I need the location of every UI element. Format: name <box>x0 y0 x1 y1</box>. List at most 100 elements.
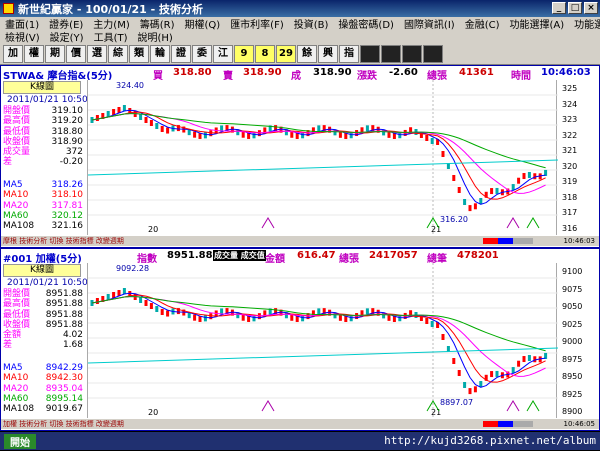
ohlc-info: 開盤價 319.10 最高價 319.20 最低價 318.80 收盤價 318.90 成交量 3… <box>3 106 83 168</box>
toolbar-button[interactable]: 綜 <box>108 44 128 63</box>
toolbar-button[interactable]: 江 <box>213 44 233 63</box>
info-label: 金額 <box>3 330 22 341</box>
price-axis: 325 324 323 322 321 320 319 318 317 316 <box>559 80 597 235</box>
y-tick-label: 318 <box>562 192 578 202</box>
signal-marker <box>526 400 540 412</box>
toolbar-button[interactable]: 指 <box>339 44 359 63</box>
candle <box>387 131 391 138</box>
y-tick-label: 316 <box>562 224 578 233</box>
info-label: 開盤價 <box>3 289 31 299</box>
candle <box>527 354 531 361</box>
menu-item[interactable]: 功能選擇(S) <box>569 16 600 31</box>
info-row: MA60 320.12 <box>3 211 83 221</box>
progress-indicator <box>483 238 533 244</box>
candle <box>441 334 445 340</box>
ma108-line <box>87 159 559 176</box>
toolbar-button[interactable]: 29 <box>276 44 296 63</box>
ohlc-info: 開盤價 8951.88 最高價 8951.88 最低價 8951.88 收盤價 8951.88… <box>3 289 83 351</box>
candle <box>166 310 170 317</box>
y-tick-label: 9050 <box>562 302 583 311</box>
menu-item[interactable]: 功能選擇(A) <box>505 16 570 31</box>
menu-item[interactable]: 投資(B) <box>289 16 334 31</box>
start-button[interactable]: 開始 <box>4 434 36 449</box>
info-value: 372 <box>65 147 83 158</box>
index-quote-header: #001 加權(5分) 指數 8951.88 成交量 成交值 金額 616.47… <box>1 249 599 265</box>
candle <box>365 125 369 132</box>
maximize-button[interactable]: □ <box>568 2 582 14</box>
candle <box>495 187 499 194</box>
menu-item[interactable]: 匯市利率(F) <box>225 16 289 31</box>
candle <box>149 120 153 126</box>
kline-tab[interactable]: K線圖 <box>3 264 81 277</box>
menu-item[interactable]: 工具(T) <box>89 29 133 44</box>
low-price-label: 8897.07 <box>440 398 473 407</box>
candle <box>468 388 472 395</box>
toolbar-button[interactable]: 8 <box>255 44 275 63</box>
high-price-label: 324.40 <box>116 81 144 90</box>
progress-indicator <box>483 421 533 427</box>
candle <box>203 132 207 139</box>
candle <box>241 131 245 138</box>
y-tick-label: 320 <box>562 161 578 171</box>
candle <box>463 199 467 205</box>
candle <box>452 358 456 364</box>
info-value: 4.02 <box>62 330 83 341</box>
toolbar-button[interactable] <box>381 44 401 63</box>
info-row: 差 -0.20 <box>3 157 83 167</box>
close-button[interactable]: × <box>584 2 598 14</box>
low-price-label: 316.20 <box>440 215 468 224</box>
toolbar-button[interactable]: 價 <box>66 44 86 63</box>
info-row: MA20 8935.04 <box>3 384 83 394</box>
menu-item[interactable]: 國際資訊(I) <box>399 16 460 31</box>
menu-item[interactable]: 檢視(V) <box>0 29 45 44</box>
toolbar-button[interactable] <box>423 44 443 63</box>
menu-item[interactable]: 操盤密碼(D) <box>333 16 399 31</box>
toolbar-button[interactable]: 期 <box>45 44 65 63</box>
toolbar-button[interactable]: 9 <box>234 44 254 63</box>
minimize-button[interactable]: _ <box>552 2 566 14</box>
panel-status-bar: 摩根 技術分析 切換 技術指標 改變週期 10:46:03 <box>1 236 599 246</box>
toolbar-button[interactable]: 委 <box>192 44 212 63</box>
menu-item[interactable]: 說明(H) <box>133 29 178 44</box>
candle <box>457 187 461 193</box>
candle <box>144 300 148 306</box>
total-vol-value: 2417057 <box>369 250 418 261</box>
candle <box>490 188 494 195</box>
toolbar-button[interactable]: 選 <box>87 44 107 63</box>
clock: 10:46:05 <box>563 420 595 428</box>
info-label: MA108 <box>3 221 35 232</box>
candle <box>495 370 499 377</box>
toolbar-button[interactable] <box>360 44 380 63</box>
y-tick-label: 317 <box>562 208 578 218</box>
candle <box>139 297 143 303</box>
candle <box>522 356 526 363</box>
candle <box>290 314 294 321</box>
kline-tab[interactable]: K線圖 <box>3 81 81 94</box>
toolbar-button[interactable]: 興 <box>318 44 338 63</box>
toolbar-button[interactable]: 類 <box>129 44 149 63</box>
y-tick-label: 9000 <box>562 337 583 346</box>
toolbar-button[interactable]: 餘 <box>297 44 317 63</box>
candle <box>365 308 369 315</box>
toolbar-button[interactable]: 證 <box>171 44 191 63</box>
info-row: MA5 318.26 <box>3 180 83 190</box>
candle <box>430 138 434 144</box>
toolbar-button[interactable] <box>402 44 422 63</box>
signal-marker <box>261 400 275 412</box>
menu-item[interactable]: 期權(Q) <box>180 16 226 31</box>
candle <box>473 386 477 393</box>
menu-item[interactable]: 金融(C) <box>460 16 505 31</box>
info-value: -0.20 <box>59 157 83 168</box>
toolbar-button[interactable]: 加 <box>3 44 23 63</box>
info-label: MA5 <box>3 363 23 373</box>
y-tick-label: 9100 <box>562 267 583 276</box>
index-kline-chart[interactable]: 9092.28 8897.07 20 21 <box>87 263 559 418</box>
futures-kline-chart[interactable]: 324.40 316.20 20 21 <box>87 80 559 235</box>
menu-item[interactable]: 設定(Y) <box>45 29 89 44</box>
candle <box>511 184 515 191</box>
futures-quote-header: STWA& 摩台指&(5分) 買 318.80 賣 318.90 成 318.9… <box>1 66 599 82</box>
toolbar-button[interactable]: 權 <box>24 44 44 63</box>
info-label: MA20 <box>3 200 29 211</box>
y-tick-label: 8975 <box>562 354 583 364</box>
toolbar-button[interactable]: 輪 <box>150 44 170 63</box>
